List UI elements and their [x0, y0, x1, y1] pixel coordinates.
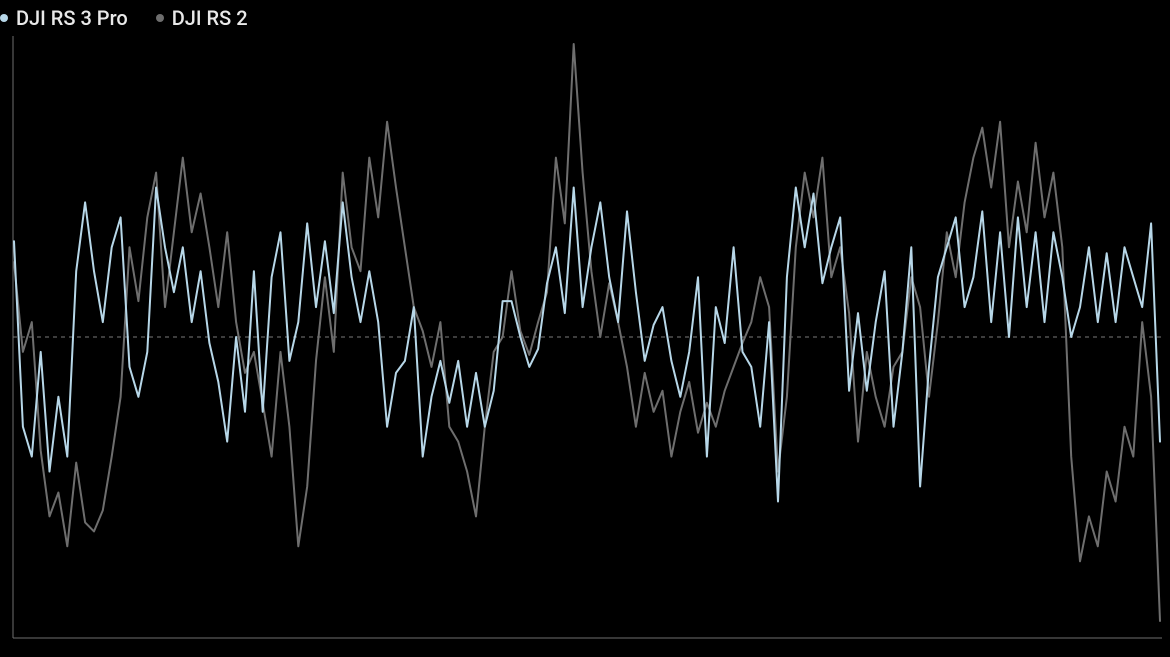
legend-item-series-2: DJI RS 2 — [156, 6, 248, 30]
chart-svg — [12, 36, 1162, 648]
chart-legend: DJI RS 3 Pro DJI RS 2 — [0, 0, 1170, 32]
chart-plot-area — [12, 36, 1162, 648]
legend-swatch-icon — [0, 14, 8, 22]
series-line — [14, 188, 1160, 502]
legend-swatch-icon — [156, 14, 164, 22]
legend-label: DJI RS 3 Pro — [16, 6, 128, 30]
legend-item-series-1: DJI RS 3 Pro — [0, 6, 128, 30]
legend-label: DJI RS 2 — [172, 6, 248, 30]
chart-container: DJI RS 3 Pro DJI RS 2 — [0, 0, 1170, 657]
series-line — [14, 44, 1160, 621]
